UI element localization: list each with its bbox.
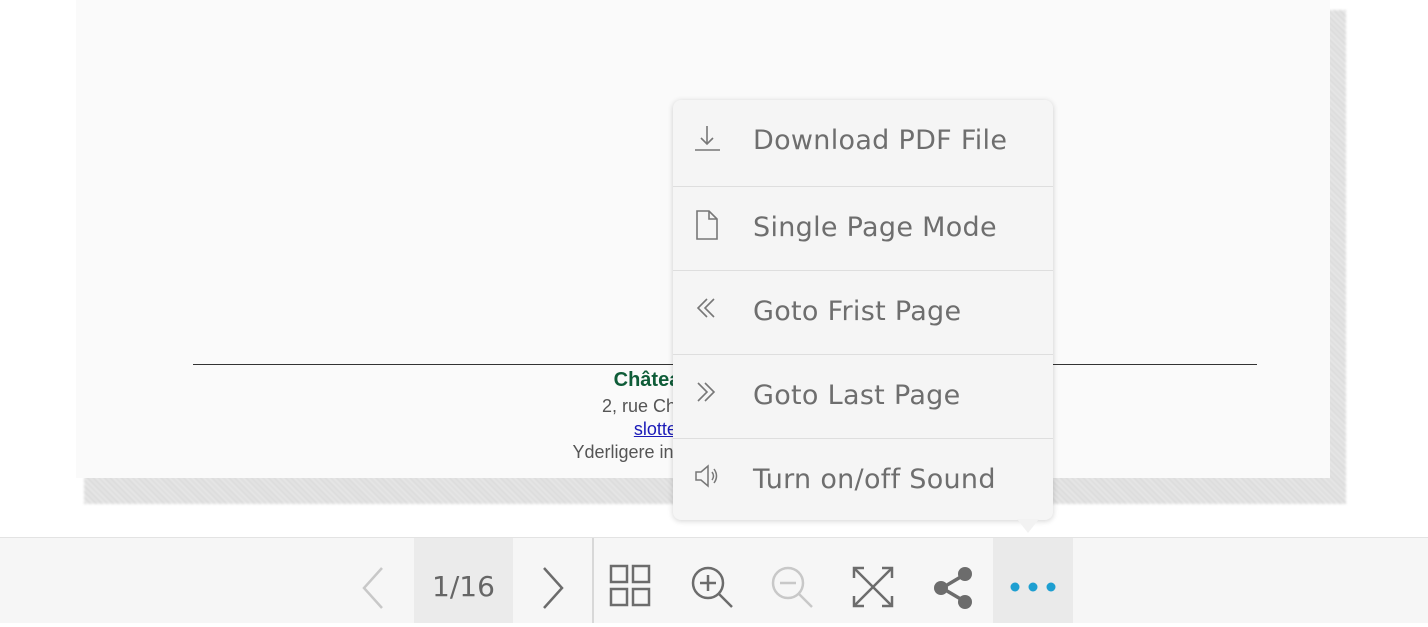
double-chevron-right-icon (693, 377, 723, 411)
zoom-out-button[interactable] (766, 538, 816, 623)
menu-label-first-page: Goto Frist Page (753, 296, 962, 327)
menu-item-sound[interactable]: Turn on/off Sound (673, 438, 1053, 522)
prev-page-button[interactable] (352, 538, 392, 623)
footer-title: Châtea (613, 369, 681, 391)
menu-item-first-page[interactable]: Goto Frist Page (673, 270, 1053, 354)
menu-label-single-page: Single Page Mode (753, 212, 997, 243)
menu-item-download-pdf[interactable]: Download PDF File (673, 100, 1053, 183)
download-icon (693, 122, 723, 156)
thumbnails-button[interactable] (606, 538, 656, 623)
fullscreen-icon (852, 566, 894, 608)
grid-icon (609, 564, 651, 607)
more-options-menu: Download PDF File Single Page Mode Goto … (673, 100, 1053, 520)
bottom-toolbar: 1/16 (0, 537, 1428, 623)
next-page-button[interactable] (532, 538, 572, 623)
share-icon (934, 567, 972, 609)
footer-email-link[interactable]: slottet@ (40, 419, 1294, 440)
page-indicator[interactable]: 1/16 (414, 538, 513, 623)
footer-address: 2, rue Charles B (601, 396, 733, 416)
share-button[interactable] (928, 538, 978, 623)
zoom-in-icon (691, 566, 733, 608)
chevron-left-icon (362, 567, 383, 609)
toolbar-divider (592, 538, 594, 623)
single-page-icon (693, 209, 723, 243)
menu-item-last-page[interactable]: Goto Last Page (673, 354, 1053, 438)
chevron-right-icon (543, 567, 564, 609)
more-button[interactable] (993, 538, 1073, 623)
menu-pointer (1017, 519, 1039, 533)
more-dots-icon (1010, 582, 1056, 592)
fullscreen-button[interactable] (848, 538, 898, 623)
double-chevron-left-icon (693, 293, 723, 327)
menu-label-last-page: Goto Last Page (753, 380, 961, 411)
menu-item-single-page[interactable]: Single Page Mode (673, 186, 1053, 270)
speaker-icon (693, 461, 723, 495)
menu-label-download: Download PDF File (753, 125, 1008, 156)
page-indicator-text: 1/16 (432, 570, 495, 603)
zoom-in-button[interactable] (686, 538, 736, 623)
footer-info: Yderligere information: (572, 442, 754, 462)
menu-label-sound: Turn on/off Sound (753, 464, 996, 495)
zoom-out-icon (771, 566, 813, 608)
